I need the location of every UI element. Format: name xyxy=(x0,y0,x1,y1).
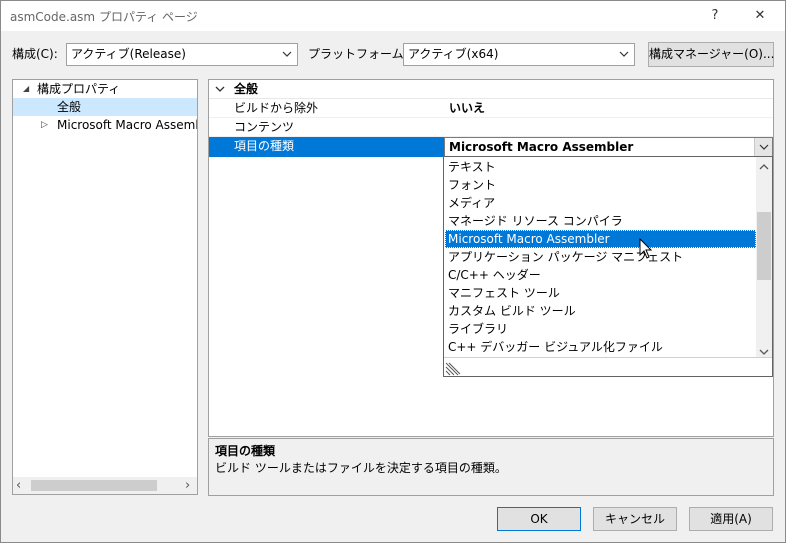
apply-button[interactable]: 適用(A) xyxy=(689,507,773,531)
tree-item-label: 構成プロパティ xyxy=(37,82,121,96)
dropdown-item[interactable]: マネージド リソース コンパイラ xyxy=(445,212,756,230)
dropdown-item[interactable]: メディア xyxy=(445,194,756,212)
platform-value: アクティブ(x64) xyxy=(408,47,499,61)
dropdown-resize-bar xyxy=(444,357,772,376)
grid-row-value: いいえ xyxy=(449,101,486,115)
tree-item-label: Microsoft Macro Assembler xyxy=(57,118,197,132)
item-type-dropdown-list[interactable]: テキスト フォント メディア マネージド リソース コンパイラ Microsof… xyxy=(443,156,773,377)
close-button[interactable]: ✕ xyxy=(738,1,782,31)
dropdown-item[interactable]: C/C++ ヘッダー xyxy=(445,266,756,284)
dropdown-item[interactable]: カスタム ビルド ツール xyxy=(445,302,756,320)
tree-item-label: 全般 xyxy=(57,100,82,114)
collapsed-icon: ▷ xyxy=(41,120,48,130)
dropdown-item[interactable]: フォント xyxy=(445,176,756,194)
dropdown-item[interactable]: アプリケーション パッケージ マニフェスト xyxy=(445,248,756,266)
property-tree: ◢ 構成プロパティ 全般 ▷ Microsoft Macro Assembler… xyxy=(12,79,198,495)
scroll-left-icon[interactable]: ‹ xyxy=(16,477,21,494)
item-type-combo[interactable]: Microsoft Macro Assembler xyxy=(444,137,773,157)
help-button[interactable]: ? xyxy=(693,1,737,31)
tree-hscrollbar[interactable]: ‹ › xyxy=(13,477,197,494)
config-value: アクティブ(Release) xyxy=(71,47,186,61)
dropdown-item[interactable]: テキスト xyxy=(445,158,756,176)
description-panel: 項目の種類 ビルド ツールまたはファイルを決定する項目の種類。 xyxy=(208,438,774,496)
grid-row-exclude-from-build[interactable]: ビルドから除外 いいえ xyxy=(209,99,773,118)
ok-button[interactable]: OK xyxy=(497,507,581,531)
dropdown-item[interactable]: マニフェスト ツール xyxy=(445,284,756,302)
dropdown-scroll-thumb[interactable] xyxy=(757,212,771,280)
grid-category-general[interactable]: 全般 xyxy=(209,80,773,99)
tree-item-masm[interactable]: ▷ Microsoft Macro Assembler xyxy=(13,116,197,134)
config-label: 構成(C): xyxy=(12,47,58,61)
grid-row-item-type[interactable]: 項目の種類 Microsoft Macro Assembler xyxy=(209,137,773,157)
cancel-button[interactable]: キャンセル xyxy=(593,507,677,531)
mouse-cursor-icon xyxy=(639,237,653,263)
grid-row-name: ビルドから除外 xyxy=(234,101,319,115)
chevron-down-icon xyxy=(280,44,294,73)
description-text: ビルド ツールまたはファイルを決定する項目の種類。 xyxy=(215,461,507,475)
config-combo[interactable]: アクティブ(Release) xyxy=(66,43,298,66)
tree-hscroll-thumb[interactable] xyxy=(31,480,157,491)
dropdown-vscrollbar[interactable] xyxy=(756,157,772,357)
dropdown-item-selected[interactable]: Microsoft Macro Assembler xyxy=(445,230,756,248)
grid-category-label: 全般 xyxy=(234,82,259,96)
scroll-up-icon[interactable] xyxy=(759,160,769,174)
dropdown-item[interactable]: C++ デバッガー ビジュアル化ファイル xyxy=(445,338,756,356)
item-type-value: Microsoft Macro Assembler xyxy=(449,140,634,154)
grid-row-content[interactable]: コンテンツ xyxy=(209,118,773,137)
resize-grip-icon[interactable] xyxy=(445,360,461,379)
description-title: 項目の種類 xyxy=(215,444,276,458)
tree-item-general[interactable]: 全般 xyxy=(13,98,197,116)
tree-item-config-properties[interactable]: ◢ 構成プロパティ xyxy=(13,80,197,98)
expanded-icon: ◢ xyxy=(23,84,30,93)
item-type-dropdown-button[interactable] xyxy=(754,138,772,156)
platform-combo[interactable]: アクティブ(x64) xyxy=(403,43,635,66)
window-title: asmCode.asm プロパティ ページ xyxy=(10,10,198,24)
scroll-right-icon[interactable]: › xyxy=(185,477,190,494)
dropdown-item[interactable]: ライブラリ xyxy=(445,320,756,338)
config-manager-button[interactable]: 構成マネージャー(O)... xyxy=(648,42,774,67)
grid-row-name: 項目の種類 xyxy=(234,139,295,153)
chevron-down-icon xyxy=(617,44,631,73)
grid-row-name: コンテンツ xyxy=(234,120,295,134)
